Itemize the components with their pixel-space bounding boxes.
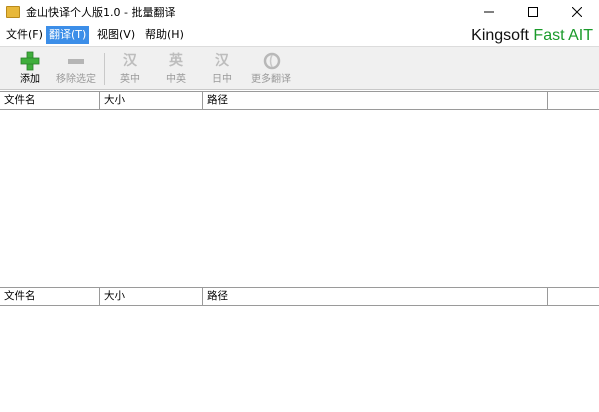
en-zh-label: 英中 xyxy=(120,74,140,85)
more-translate-button[interactable]: 更多翻译 xyxy=(248,50,294,88)
plus-icon xyxy=(19,50,41,72)
brand-main: Kingsoft xyxy=(471,27,534,44)
ja-zh-button[interactable]: 汉 日中 xyxy=(208,50,236,88)
toolbar-separator xyxy=(104,53,105,85)
column-extra[interactable] xyxy=(548,92,599,109)
more-translate-label: 更多翻译 xyxy=(251,74,291,85)
add-button[interactable]: 添加 xyxy=(16,50,44,88)
zh-en-button[interactable]: 英 中英 xyxy=(162,50,190,88)
zh-en-translate-icon: 英 xyxy=(169,53,183,69)
remove-selected-button[interactable]: 移除选定 xyxy=(54,50,98,88)
toolbar: 添加 移除选定 汉 英中 英 中英 汉 日中 更多翻译 xyxy=(0,47,599,90)
close-button[interactable] xyxy=(555,0,599,24)
upper-list-header: 文件名 大小 路径 xyxy=(0,91,599,110)
column-path[interactable]: 路径 xyxy=(203,288,548,305)
menu-file[interactable]: 文件(F) xyxy=(3,26,46,44)
column-extra[interactable] xyxy=(548,288,599,305)
column-path[interactable]: 路径 xyxy=(203,92,548,109)
column-filename[interactable]: 文件名 xyxy=(0,92,100,109)
add-label: 添加 xyxy=(20,74,40,85)
menu-help[interactable]: 帮助(H) xyxy=(142,26,187,44)
maximize-icon xyxy=(528,7,538,17)
column-filename[interactable]: 文件名 xyxy=(0,288,100,305)
minus-icon xyxy=(65,50,87,72)
minimize-button[interactable] xyxy=(467,0,511,24)
lower-list-header: 文件名 大小 路径 xyxy=(0,287,599,306)
en-zh-button[interactable]: 汉 英中 xyxy=(116,50,144,88)
close-icon xyxy=(572,7,582,17)
brand-accent: Fast AIT xyxy=(533,27,593,44)
menu-view[interactable]: 视图(V) xyxy=(94,26,138,44)
window-controls xyxy=(467,0,599,24)
title-bar: 金山快译个人版1.0 - 批量翻译 xyxy=(0,0,599,24)
menu-bar: 文件(F) 翻译(T) 视图(V) 帮助(H) Kingsoft Fast AI… xyxy=(0,24,599,47)
brand-logo: Kingsoft Fast AIT xyxy=(471,26,593,46)
ja-zh-label: 日中 xyxy=(212,74,232,85)
column-size[interactable]: 大小 xyxy=(100,92,203,109)
column-size[interactable]: 大小 xyxy=(100,288,203,305)
lower-file-list[interactable] xyxy=(0,306,599,412)
remove-selected-label: 移除选定 xyxy=(56,74,96,85)
maximize-button[interactable] xyxy=(511,0,555,24)
window-title: 金山快译个人版1.0 - 批量翻译 xyxy=(26,6,176,19)
more-translate-icon xyxy=(260,50,282,72)
upper-file-list[interactable] xyxy=(0,110,599,287)
ja-zh-translate-icon: 汉 xyxy=(215,53,229,69)
minimize-icon xyxy=(484,11,494,13)
zh-en-label: 中英 xyxy=(166,74,186,85)
app-folder-icon xyxy=(6,6,20,18)
menu-translate[interactable]: 翻译(T) xyxy=(46,26,90,44)
en-zh-translate-icon: 汉 xyxy=(123,53,137,69)
